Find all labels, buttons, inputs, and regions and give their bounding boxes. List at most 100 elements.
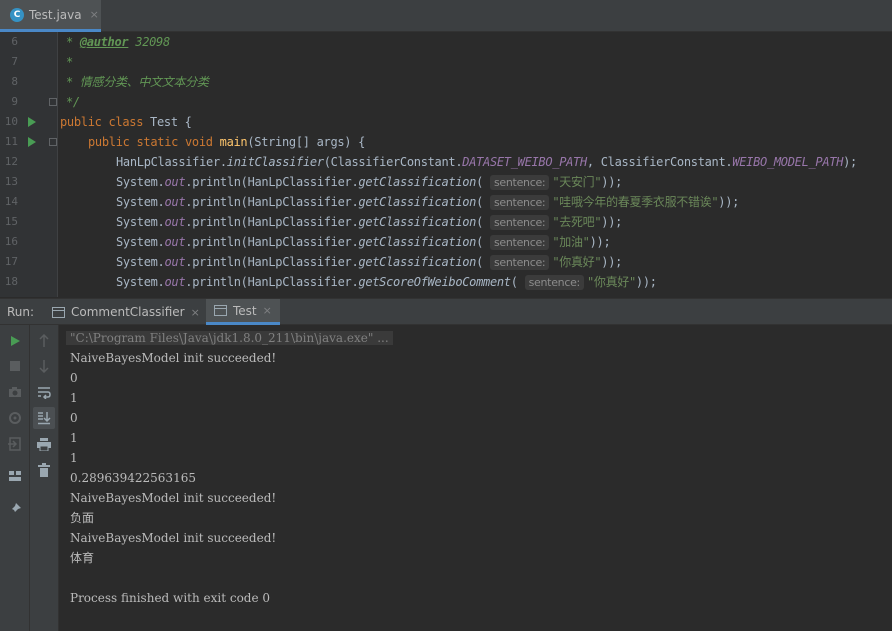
code-line: System.out.println(HanLpClassifier.getCl… [116, 252, 622, 272]
code-line: System.out.println(HanLpClassifier.getCl… [116, 192, 739, 212]
layout-icon[interactable] [7, 468, 23, 484]
code-line: public static void main(String[] args) { [88, 132, 365, 152]
code-editor[interactable]: 6 7 8 9 10 11 12 13 14 15 16 17 18 * @au… [0, 32, 892, 297]
tab-label: Test.java [29, 7, 82, 22]
code-token: ( [510, 275, 518, 289]
code-token: System. [116, 275, 165, 289]
exit-icon[interactable] [7, 436, 23, 452]
code-token: .println(HanLpClassifier. [185, 195, 359, 209]
console-output[interactable]: "C:\Program Files\Java\jdk1.8.0_211\bin\… [60, 325, 892, 631]
code-line: System.out.println(HanLpClassifier.getCl… [116, 232, 611, 252]
code-token: )); [718, 195, 740, 209]
code-line: */ [66, 95, 80, 109]
run-class-gutter-icon[interactable] [28, 117, 36, 127]
code-token: .println(HanLpClassifier. [185, 175, 359, 189]
line-number: 12 [4, 155, 18, 168]
stop-icon[interactable] [7, 358, 23, 374]
code-token: out [164, 255, 186, 269]
line-number: 16 [4, 235, 18, 248]
keyword: public [88, 135, 130, 149]
parameter-hint: sentence: [489, 255, 550, 270]
code-token: )); [601, 175, 623, 189]
editor-tab-bar: C Test.java × [0, 0, 892, 32]
pin-icon[interactable] [7, 501, 23, 517]
line-number: 9 [11, 95, 18, 108]
run-tab-label: Test [233, 303, 257, 318]
run-tab-close-icon[interactable]: × [191, 306, 200, 319]
run-main-gutter-icon[interactable] [28, 137, 36, 147]
code-token: DATASET_WEIBO_PATH [462, 155, 587, 169]
code-token: .println(HanLpClassifier. [185, 235, 359, 249]
line-number: 17 [4, 255, 18, 268]
parameter-hint: sentence: [489, 195, 550, 210]
run-tab-close-icon[interactable]: × [263, 304, 272, 317]
console-line: NaiveBayesModel init succeeded! [70, 531, 277, 545]
console-line: 0.289639422563165 [70, 471, 196, 485]
run-tab-test[interactable]: Test × [206, 299, 280, 325]
code-token: getScoreOfWeiboComment [358, 275, 511, 289]
code-token: out [164, 275, 186, 289]
console-line: 负面 [70, 511, 95, 525]
run-tab-commentclassifier[interactable]: CommentClassifier × [44, 299, 208, 325]
code-line: * 情感分类、中文文本分类 [66, 75, 209, 89]
code-line: System.out.println(HanLpClassifier.getSc… [116, 272, 657, 292]
run-toolbar-primary [0, 325, 30, 631]
string-literal: "你真好" [552, 255, 602, 269]
code-token: out [164, 195, 186, 209]
console-line: 体育 [70, 551, 95, 565]
code-token: getClassification [358, 215, 477, 229]
run-tab-label: CommentClassifier [71, 305, 185, 319]
keyword: void [185, 135, 213, 149]
console-line: NaiveBayesModel init succeeded! [70, 351, 277, 365]
method-params: (String[] args) { [247, 135, 366, 149]
console-icon [214, 305, 227, 316]
console-line: Process finished with exit code 0 [70, 591, 271, 605]
soft-wrap-icon[interactable] [36, 384, 52, 400]
rerun-icon[interactable] [7, 333, 23, 349]
string-literal: "加油" [552, 235, 590, 249]
command-line[interactable]: "C:\Program Files\Java\jdk1.8.0_211\bin\… [66, 331, 393, 345]
line-number: 7 [11, 55, 18, 68]
code-token: System. [116, 215, 165, 229]
method-name: main [219, 135, 248, 149]
code-line: * @author 32098 [66, 32, 170, 52]
line-number: 11 [4, 135, 18, 148]
console-icon [52, 306, 65, 318]
code-token: System. [116, 255, 165, 269]
tab-close-icon[interactable]: × [90, 8, 99, 21]
code-token: ( [476, 255, 484, 269]
code-token: .println(HanLpClassifier. [185, 215, 359, 229]
fold-marker-icon[interactable] [49, 98, 57, 106]
console-line: 1 [70, 391, 78, 405]
print-icon[interactable] [36, 436, 52, 452]
keyword: public [60, 115, 102, 129]
code-token: , ClassifierConstant. [586, 155, 733, 169]
string-literal: "你真好" [586, 275, 636, 289]
keyword: class [108, 115, 144, 129]
run-label: Run: [7, 305, 35, 319]
code-token: getClassification [358, 175, 477, 189]
class-name: Test { [143, 115, 192, 129]
code-line: * [66, 55, 73, 69]
java-class-icon: C [10, 7, 24, 22]
trash-icon[interactable] [36, 462, 52, 478]
fold-marker-icon[interactable] [49, 138, 57, 146]
code-token: ( [476, 235, 484, 249]
code-token: ( [476, 215, 484, 229]
scroll-to-end-icon[interactable] [33, 407, 55, 429]
snapshot-icon[interactable] [7, 384, 23, 400]
code-token: getClassification [358, 235, 477, 249]
code-line: HanLpClassifier.initClassifier(Classifie… [116, 152, 857, 172]
tab-test-java[interactable]: C Test.java × [0, 0, 101, 32]
line-number: 13 [4, 175, 18, 188]
code-token: HanLpClassifier. [116, 155, 227, 169]
line-number: 18 [4, 275, 18, 288]
code-token: getClassification [358, 195, 477, 209]
code-token: )); [635, 275, 657, 289]
debug-settings-icon[interactable] [7, 410, 23, 426]
up-arrow-icon[interactable] [36, 333, 52, 349]
down-arrow-icon[interactable] [36, 358, 52, 374]
line-number: 14 [4, 195, 18, 208]
code-token: initClassifier [226, 155, 324, 169]
parameter-hint: sentence: [489, 215, 550, 230]
